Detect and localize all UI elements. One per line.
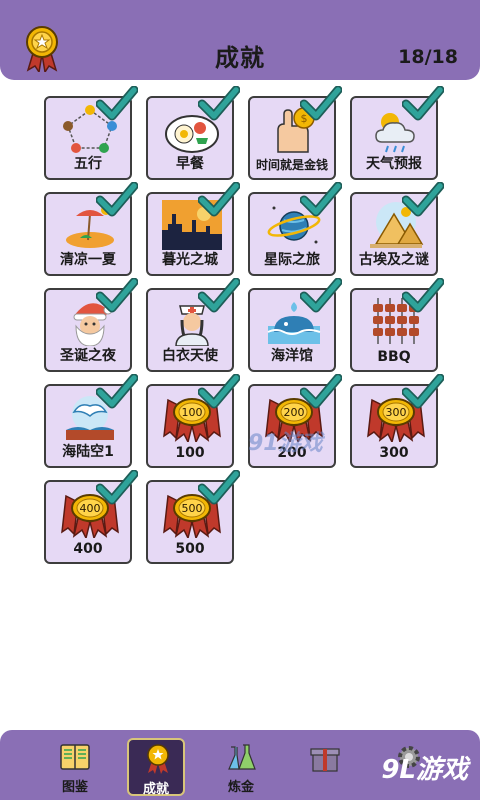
- achievement-label: 海洋馆: [271, 348, 313, 364]
- nav-item-label: 图鉴: [61, 780, 88, 795]
- checkmark-icon: [299, 277, 343, 314]
- achievement-label: 400: [73, 541, 103, 557]
- top-bar: 成就 18/18: [0, 0, 480, 80]
- checkmark-icon: [299, 181, 343, 218]
- checkmark-icon: [95, 85, 139, 122]
- achievement-label: 暮光之城: [162, 252, 218, 268]
- checkmark-icon: [95, 277, 139, 314]
- achievement-tile[interactable]: 清凉一夏: [44, 181, 139, 276]
- nav-item-2[interactable]: 成就: [127, 738, 185, 797]
- achievement-tile[interactable]: 早餐: [146, 85, 241, 180]
- checkmark-icon: [95, 469, 139, 506]
- flask-icon: [225, 741, 257, 773]
- checkmark-icon: [299, 373, 343, 410]
- achievement-tile[interactable]: 海洋馆: [248, 277, 343, 372]
- award-ribbon-icon: [142, 743, 174, 775]
- achievement-label: 五行: [74, 156, 102, 172]
- achievement-tile[interactable]: 100 100: [146, 373, 241, 468]
- achievement-label: 早餐: [176, 156, 204, 172]
- gift-icon: [309, 741, 341, 773]
- achievement-label: BBQ: [377, 349, 411, 365]
- achievement-tile[interactable]: 500 500: [146, 469, 241, 564]
- achievement-label: 清凉一夏: [60, 252, 116, 268]
- achievement-label: 时间就是金钱: [255, 158, 328, 172]
- achievement-tile[interactable]: 天气预报: [350, 85, 445, 180]
- achievement-label: 300: [379, 445, 409, 461]
- nav-item-label: 炼金: [227, 780, 254, 795]
- checkmark-icon: [197, 469, 241, 506]
- achievement-label: 星际之旅: [264, 252, 320, 268]
- checkmark-icon: [401, 373, 445, 410]
- checkmark-icon: [401, 277, 445, 314]
- checkmark-icon: [197, 85, 241, 122]
- achievement-grid: 五行 早餐 $ 时间就是金钱天气预报清凉一夏 暮光之城 星际之旅 古埃及之谜圣诞之夜 白衣天使…: [0, 80, 480, 730]
- nav-item-4[interactable]: [296, 738, 354, 796]
- achievement-tile[interactable]: 暮光之城: [146, 181, 241, 276]
- achievement-label: 天气预报: [366, 156, 422, 172]
- checkmark-icon: [299, 85, 343, 122]
- watermark-text: 91游戏: [248, 431, 323, 456]
- achievement-label: 海陆空1: [62, 444, 114, 460]
- achievement-tile[interactable]: 400 400: [44, 469, 139, 564]
- nav-item-3[interactable]: 炼金: [212, 738, 270, 796]
- achievement-label: 古埃及之谜: [359, 252, 429, 268]
- checkmark-icon: [401, 181, 445, 218]
- achievement-tile[interactable]: 海陆空1: [44, 373, 139, 468]
- checkmark-icon: [95, 373, 139, 410]
- book-icon: [59, 741, 91, 773]
- achievement-label: 圣诞之夜: [60, 348, 116, 364]
- nav-item-1[interactable]: 图鉴: [46, 738, 104, 796]
- achievement-tile[interactable]: 圣诞之夜: [44, 277, 139, 372]
- achievement-counter: 18/18: [398, 46, 458, 68]
- achievement-label: 白衣天使: [162, 348, 218, 364]
- achievement-tile[interactable]: 白衣天使: [146, 277, 241, 372]
- checkmark-icon: [197, 373, 241, 410]
- achievement-tile[interactable]: BBQ: [350, 277, 445, 372]
- achievement-label: 100: [175, 445, 205, 461]
- checkmark-icon: [197, 181, 241, 218]
- achievement-tile[interactable]: 五行: [44, 85, 139, 180]
- achievement-tile[interactable]: 古埃及之谜: [350, 181, 445, 276]
- achievement-tile[interactable]: 星际之旅: [248, 181, 343, 276]
- checkmark-icon: [401, 85, 445, 122]
- achievement-tile[interactable]: $ 时间就是金钱: [248, 85, 343, 180]
- corner-watermark: 9L游戏: [381, 755, 468, 785]
- achievement-tile[interactable]: 300 300: [350, 373, 445, 468]
- checkmark-icon: [95, 181, 139, 218]
- checkmark-icon: [197, 277, 241, 314]
- achievement-label: 500: [175, 541, 205, 557]
- nav-item-label: 成就: [142, 782, 169, 797]
